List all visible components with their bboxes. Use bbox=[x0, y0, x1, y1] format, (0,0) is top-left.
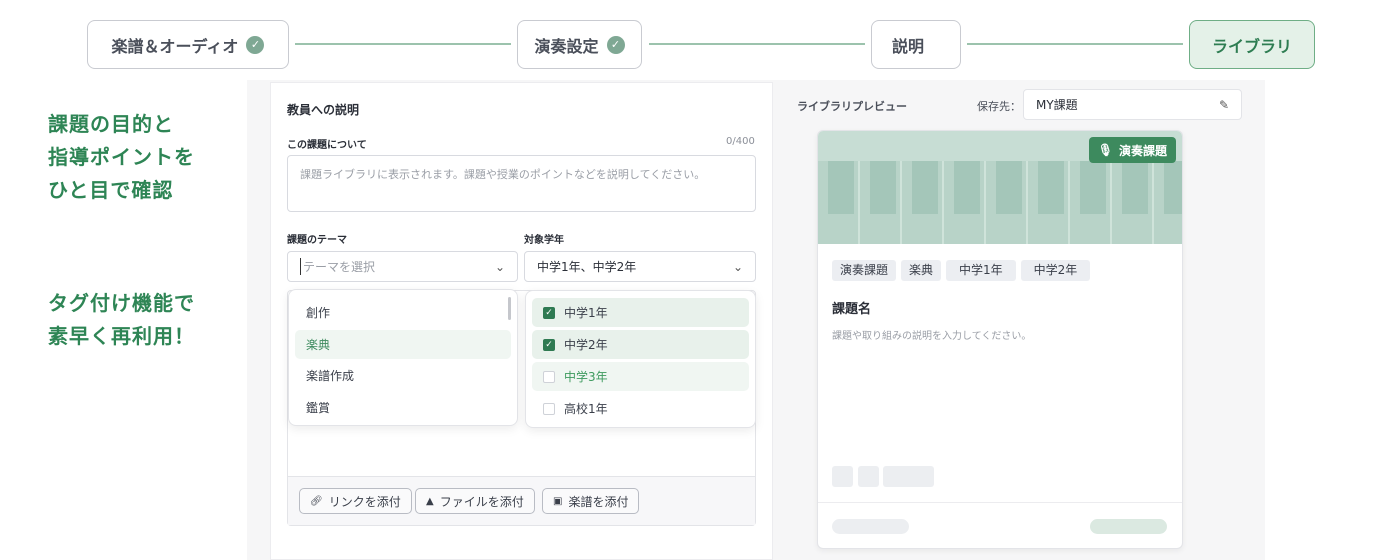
promo-line: 課題の目的と bbox=[48, 112, 174, 136]
piano-keys-banner: 🎙︎ 演奏課題 bbox=[818, 131, 1182, 244]
theme-placeholder: テーマを選択 bbox=[300, 258, 375, 275]
grade-option[interactable]: ✓ 中学2年 bbox=[532, 330, 749, 359]
pencil-icon[interactable]: ✎ bbox=[1219, 98, 1229, 112]
theme-option[interactable]: 創作 bbox=[295, 298, 511, 327]
promo-line: 指導ポイントを bbox=[48, 145, 195, 169]
promo-line: ひと目で確認 bbox=[48, 178, 174, 202]
link-icon: 🔗︎ bbox=[310, 495, 323, 507]
chevron-down-icon: ⌄ bbox=[494, 259, 505, 274]
step-connector bbox=[295, 43, 511, 45]
tag: 中学1年 bbox=[946, 260, 1016, 281]
drive-icon: ▲ bbox=[426, 495, 434, 507]
promo-text-1: 課題の目的と 指導ポイントを ひと目で確認 bbox=[48, 108, 195, 207]
step-connector bbox=[967, 43, 1183, 45]
tag: 楽典 bbox=[901, 260, 942, 281]
save-location-value: MY課題 bbox=[1036, 98, 1078, 112]
skeleton bbox=[883, 466, 934, 487]
badge-label: 演奏課題 bbox=[1118, 143, 1167, 158]
option-label: 鑑賞 bbox=[306, 401, 331, 415]
checkbox-icon[interactable] bbox=[543, 370, 555, 383]
attach-file-button[interactable]: ▲ ファイルを添付 bbox=[415, 488, 535, 514]
skeleton-button bbox=[1090, 519, 1167, 534]
about-textarea[interactable]: 課題ライブラリに表示されます。課題や授業のポイントなどを説明してください。 bbox=[287, 155, 756, 212]
scrollbar[interactable] bbox=[508, 297, 511, 320]
char-counter: 0/400 bbox=[726, 136, 755, 147]
tag: 演奏課題 bbox=[832, 260, 897, 281]
chevron-down-icon: ⌄ bbox=[732, 259, 743, 274]
skeleton bbox=[858, 466, 879, 487]
option-label: 創作 bbox=[306, 306, 331, 320]
option-label: 楽典 bbox=[306, 338, 331, 352]
checkbox-icon[interactable] bbox=[543, 402, 555, 415]
grade-option[interactable]: 高校1年 bbox=[532, 394, 749, 423]
check-circle-icon: ✓ bbox=[606, 35, 625, 54]
option-label: 楽譜作成 bbox=[306, 369, 355, 383]
step-connector bbox=[649, 43, 865, 45]
preview-title: ライブラリプレビュー bbox=[797, 100, 907, 113]
score-icon: ▣ bbox=[553, 495, 563, 507]
theme-dropdown: 創作 楽典 楽譜作成 鑑賞 bbox=[288, 289, 518, 426]
grade-dropdown: ✓ 中学1年 ✓ 中学2年 中学3年 高校1年 bbox=[525, 290, 756, 428]
step-label: 楽譜＆オーディオ bbox=[111, 36, 239, 56]
preview-card: 🎙︎ 演奏課題 演奏課題 楽典 中学1年 中学2年 課題名 課題や取り組みの説明を… bbox=[817, 130, 1183, 549]
option-label: 中学1年 bbox=[564, 306, 608, 320]
attach-link-button[interactable]: 🔗︎ リンクを添付 bbox=[299, 488, 412, 514]
checkbox-checked-icon[interactable]: ✓ bbox=[543, 306, 555, 319]
divider bbox=[818, 502, 1182, 503]
option-label: 中学3年 bbox=[564, 370, 608, 384]
attach-score-button[interactable]: ▣ 楽譜を添付 bbox=[542, 488, 640, 514]
step-label: ライブラリ bbox=[1211, 36, 1292, 56]
option-label: 中学2年 bbox=[564, 338, 608, 352]
theme-select[interactable]: テーマを選択 ⌄ bbox=[287, 251, 518, 282]
performance-badge: 🎙︎ 演奏課題 bbox=[1088, 137, 1176, 163]
option-label: 高校1年 bbox=[564, 402, 608, 416]
theme-label: 課題のテーマ bbox=[287, 235, 347, 246]
about-label: この課題について bbox=[287, 140, 367, 151]
theme-option[interactable]: 楽譜作成 bbox=[295, 361, 511, 390]
grade-option[interactable]: 中学3年 bbox=[532, 362, 749, 391]
about-placeholder: 課題ライブラリに表示されます。課題や授業のポイントなどを説明してください。 bbox=[300, 168, 706, 181]
microphone-icon: 🎙︎ bbox=[1097, 143, 1113, 157]
grade-select[interactable]: 中学1年、中学2年 ⌄ bbox=[524, 251, 756, 282]
step-score-audio[interactable]: 楽譜＆オーディオ ✓ bbox=[87, 20, 289, 69]
theme-option[interactable]: 楽典 bbox=[295, 330, 511, 359]
check-circle-icon: ✓ bbox=[246, 35, 265, 54]
section-title: 教員への説明 bbox=[287, 103, 360, 117]
step-label: 説明 bbox=[892, 36, 925, 56]
theme-option[interactable]: 鑑賞 bbox=[295, 393, 511, 422]
save-location-field[interactable]: MY課題 ✎ bbox=[1023, 89, 1242, 120]
button-label: 楽譜を添付 bbox=[568, 494, 629, 509]
skeleton bbox=[832, 466, 853, 487]
step-performance-settings[interactable]: 演奏設定 ✓ bbox=[517, 20, 642, 69]
step-library[interactable]: ライブラリ bbox=[1189, 20, 1315, 69]
button-label: ファイルを添付 bbox=[439, 494, 524, 509]
tag: 中学2年 bbox=[1020, 260, 1091, 281]
grade-label: 対象学年 bbox=[524, 235, 564, 246]
save-location-label: 保存先： bbox=[977, 100, 1021, 113]
tag-list: 演奏課題 楽典 中学1年 中学2年 bbox=[818, 244, 1182, 281]
card-title: 課題名 bbox=[832, 302, 872, 317]
grade-option[interactable]: ✓ 中学1年 bbox=[532, 298, 749, 327]
step-label: 演奏設定 bbox=[534, 36, 599, 56]
checkbox-checked-icon[interactable]: ✓ bbox=[543, 338, 555, 351]
promo-line: タグ付け機能で bbox=[48, 291, 195, 315]
promo-line: 素早く再利用！ bbox=[48, 324, 195, 348]
step-description[interactable]: 説明 bbox=[871, 20, 961, 69]
grade-value: 中学1年、中学2年 bbox=[537, 260, 637, 274]
button-label: リンクを添付 bbox=[328, 494, 401, 509]
skeleton bbox=[832, 519, 909, 534]
promo-text-2: タグ付け機能で 素早く再利用！ bbox=[48, 287, 195, 353]
card-description: 課題や取り組みの説明を入力してください。 bbox=[832, 331, 1032, 342]
